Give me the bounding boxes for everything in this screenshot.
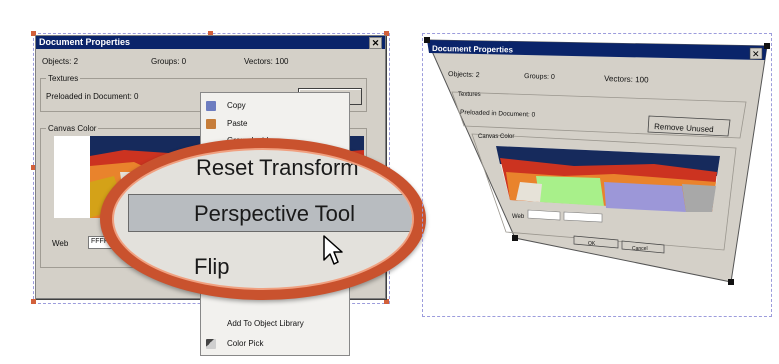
canvas-color-heading: Canvas Color	[46, 124, 99, 133]
menu-item-copy[interactable]: Copy	[201, 99, 349, 113]
magnified-menu-item-reset-transform[interactable]: Reset Transform	[196, 155, 359, 181]
menu-item-paste[interactable]: Paste	[201, 117, 349, 131]
menu-item-add-to-object-library[interactable]: Add To Object Library	[201, 317, 349, 331]
perspective-dialog-preview: Document Properties ✕ Objects: 2 Groups:…	[424, 37, 770, 285]
magnifier-lens-inner: Reset Transform Perspective Tool Flip	[112, 148, 414, 290]
close-icon[interactable]: ✕	[369, 37, 382, 49]
dialog-title: Document Properties	[39, 37, 131, 47]
objects-count: Objects: 2	[42, 57, 79, 66]
eyedropper-icon	[206, 339, 216, 349]
perspective-close-icon[interactable]: ✕	[752, 49, 760, 59]
selection-handle[interactable]	[31, 299, 36, 304]
perspective-textures-heading: Textures	[458, 92, 481, 98]
magnified-menu-item-perspective-tool[interactable]: Perspective Tool	[194, 201, 355, 227]
textures-heading: Textures	[46, 74, 81, 83]
copy-icon	[206, 101, 216, 111]
paste-icon	[206, 119, 216, 129]
selection-handle[interactable]	[384, 299, 389, 304]
arrow-cursor-icon	[323, 235, 343, 265]
menu-item-color-pick[interactable]: Color Pick	[201, 337, 349, 351]
preloaded-count: Preloaded in Document: 0	[46, 92, 139, 101]
web-label: Web	[52, 239, 69, 248]
perspective-handle[interactable]	[424, 37, 430, 43]
perspective-groups-count: Groups: 0	[524, 73, 555, 81]
perspective-web-label: Web	[512, 214, 525, 220]
perspective-handle[interactable]	[728, 279, 734, 285]
magnified-menu-item-flip[interactable]: Flip	[194, 254, 229, 280]
perspective-vectors-count: Vectors: 100	[604, 74, 649, 85]
perspective-objects-count: Objects: 2	[448, 71, 480, 79]
perspective-cancel-button[interactable]: Cancel	[632, 246, 648, 252]
perspective-handle[interactable]	[764, 43, 770, 49]
groups-count: Groups: 0	[151, 57, 187, 66]
perspective-canvas-color-heading: Canvas Color	[478, 134, 514, 140]
dialog-title-bar[interactable]: Document Properties ✕	[36, 36, 385, 49]
perspective-dialog-title: Document Properties	[432, 44, 514, 54]
perspective-handle[interactable]	[512, 235, 518, 241]
vectors-count: Vectors: 100	[244, 57, 289, 66]
perspective-ok-button[interactable]: OK	[588, 241, 596, 247]
